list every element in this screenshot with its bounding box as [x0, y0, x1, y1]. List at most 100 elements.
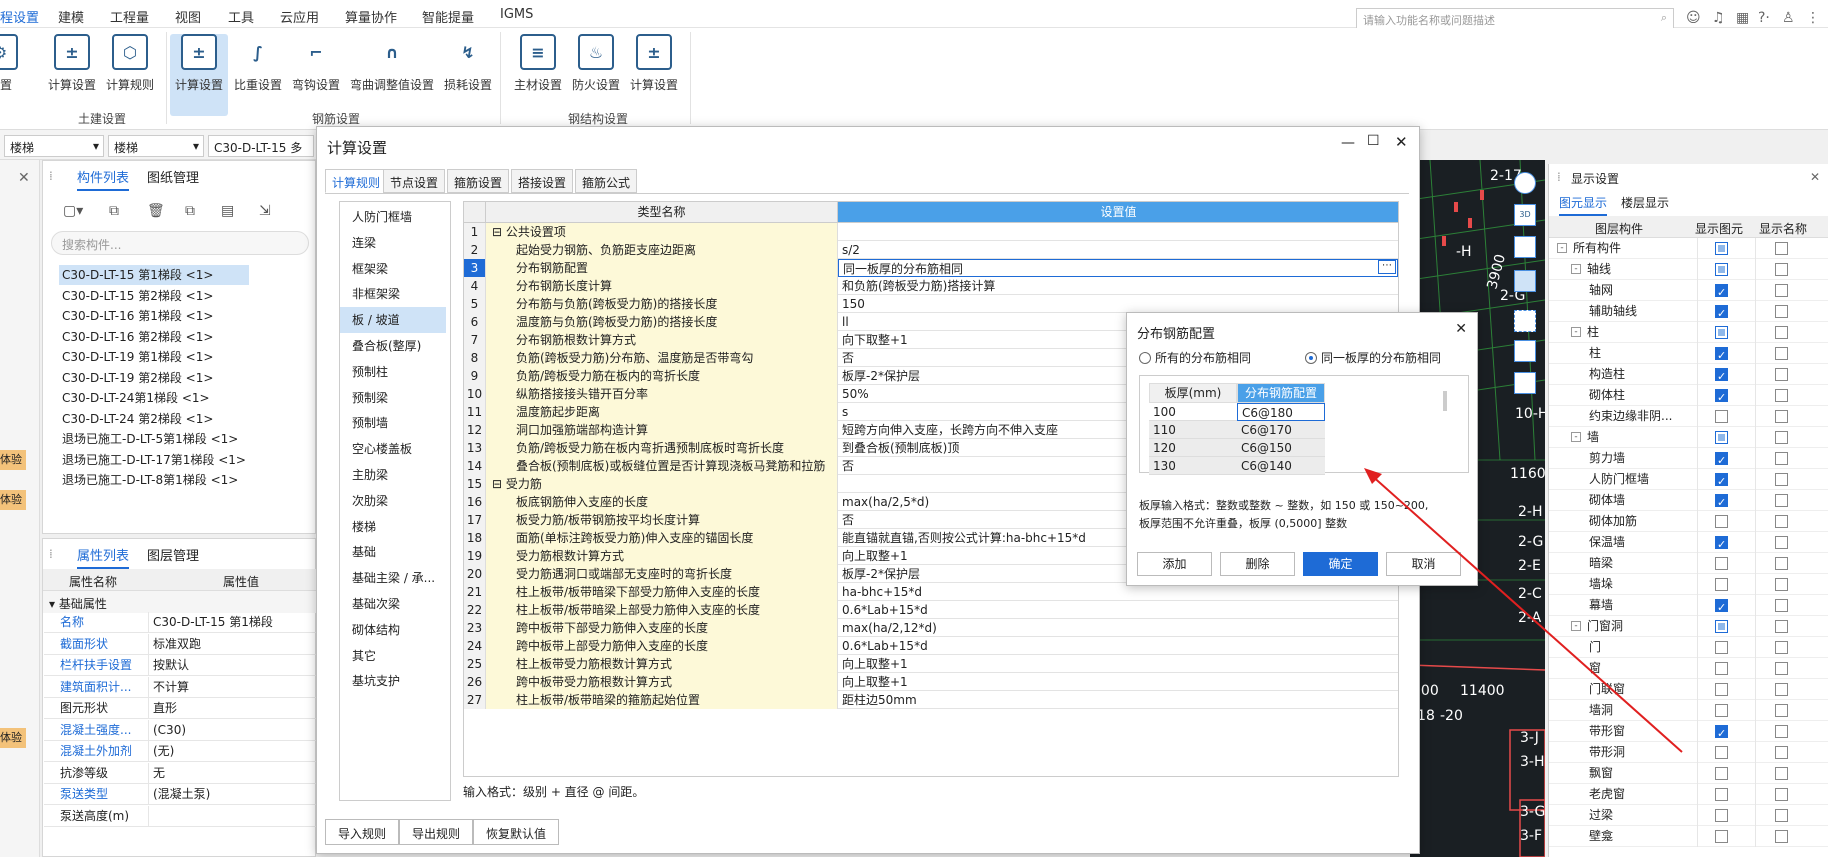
- property-group[interactable]: ▾ 基础属性: [43, 591, 317, 613]
- civil-calc-rules-button[interactable]: ⬡ 计算规则: [100, 34, 160, 116]
- collapse-icon[interactable]: ⊟: [492, 477, 506, 491]
- nav-item[interactable]: 其它: [340, 643, 446, 669]
- weight-settings-button[interactable]: ∫ 比重设置: [228, 34, 288, 116]
- show-element-checkbox[interactable]: [1715, 578, 1728, 591]
- experience-badge[interactable]: 体验: [0, 728, 26, 748]
- property-row[interactable]: 建筑面积计... 不计算: [44, 676, 316, 698]
- show-element-checkbox[interactable]: [1715, 788, 1728, 801]
- show-name-checkbox[interactable]: [1775, 515, 1788, 528]
- show-element-checkbox[interactable]: [1715, 366, 1728, 387]
- new-icon[interactable]: ▢▾: [63, 203, 83, 219]
- tab-stirrup-settings[interactable]: 箍筋设置: [447, 169, 510, 193]
- property-row[interactable]: 图元形状 直形: [44, 698, 316, 719]
- rule-row[interactable]: 23 跨中板带下部受力筋伸入支座的长度 max(ha/2,12*d): [464, 619, 1398, 637]
- rule-value[interactable]: 150: [838, 295, 1398, 313]
- show-name-checkbox[interactable]: [1775, 578, 1788, 591]
- display-tree-row[interactable]: 辅助轴线: [1549, 301, 1828, 324]
- fire-settings-button[interactable]: ♨ 防火设置: [566, 34, 626, 116]
- floor-select[interactable]: 楼梯 ▾: [4, 135, 104, 157]
- tab-drawing-management[interactable]: 图纸管理: [147, 167, 199, 186]
- menu-collab[interactable]: 算量协作: [345, 7, 397, 26]
- component-list-item[interactable]: C30-D-LT-19 第2梯段 <1>: [59, 368, 216, 388]
- smile-icon[interactable]: ☺: [1686, 10, 1702, 26]
- nav-item[interactable]: 非框架梁: [340, 281, 446, 307]
- menu-igms[interactable]: IGMS: [500, 7, 533, 22]
- show-element-checkbox[interactable]: [1715, 471, 1728, 492]
- display-tree-row[interactable]: -柱: [1549, 322, 1828, 343]
- display-tree-row[interactable]: 剪力墙: [1549, 448, 1828, 471]
- property-value[interactable]: (C30): [148, 719, 316, 741]
- display-tree-row[interactable]: - 轴线: [1549, 259, 1828, 280]
- show-element-checkbox[interactable]: [1715, 597, 1728, 618]
- show-element-checkbox[interactable]: [1715, 242, 1728, 255]
- display-tree-row[interactable]: 飘窗: [1549, 763, 1828, 784]
- copy-icon[interactable]: ⧉: [109, 203, 119, 219]
- rule-row[interactable]: 5 分布筋与负筋(跨板受力筋)的搭接长度 150: [464, 295, 1398, 313]
- cancel-button[interactable]: 取消: [1386, 552, 1461, 576]
- show-element-checkbox[interactable]: [1715, 557, 1728, 570]
- more-icon[interactable]: ⋮: [1806, 10, 1822, 26]
- fit-view-icon[interactable]: [1514, 310, 1536, 332]
- bend-adjust-button[interactable]: ∩ 弯曲调整值设置: [346, 34, 438, 116]
- import-rules-button[interactable]: 导入规则: [325, 819, 400, 845]
- display-tree-row[interactable]: - 所有构件: [1549, 238, 1828, 259]
- thickness-cell[interactable]: 130: [1149, 457, 1237, 475]
- display-tree-row[interactable]: 人防门框墙: [1549, 469, 1828, 492]
- component-list-item[interactable]: C30-D-LT-15 第1梯段 <1>: [59, 265, 249, 285]
- display-tree-row[interactable]: 保温墙: [1549, 532, 1828, 555]
- minimize-icon[interactable]: —: [1341, 135, 1355, 151]
- property-value[interactable]: (混凝土泵): [148, 784, 316, 805]
- component-list-item[interactable]: 退场已施工-D-LT-8第1梯段 <1>: [59, 470, 241, 490]
- property-value[interactable]: 标准双跑: [148, 633, 316, 655]
- display-tree-row[interactable]: 壁龛: [1549, 826, 1828, 847]
- civil-calc-settings-button[interactable]: ± 计算设置: [42, 34, 102, 116]
- show-name-checkbox[interactable]: [1775, 389, 1788, 402]
- component-list-item[interactable]: C30-D-LT-15 第2梯段 <1>: [59, 286, 216, 306]
- display-tree-row[interactable]: 老虎窗: [1549, 784, 1828, 805]
- tab-layer-management[interactable]: 图层管理: [147, 545, 199, 564]
- show-name-checkbox[interactable]: [1775, 599, 1788, 612]
- nav-item[interactable]: 人防门框墙: [340, 204, 446, 230]
- show-element-checkbox[interactable]: [1715, 704, 1728, 717]
- rule-value[interactable]: 0.6*Lab+15*d: [838, 601, 1398, 619]
- show-name-checkbox[interactable]: [1775, 347, 1788, 360]
- nav-item[interactable]: 板 / 坡道: [340, 307, 446, 334]
- maximize-icon[interactable]: ☐: [1367, 133, 1380, 149]
- show-name-checkbox[interactable]: [1775, 431, 1788, 444]
- rule-row[interactable]: 3 分布钢筋配置 同一板厚的分布筋相同 ⋯: [464, 259, 1398, 277]
- show-name-checkbox[interactable]: [1775, 242, 1788, 255]
- show-name-checkbox[interactable]: [1775, 536, 1788, 549]
- thickness-cell[interactable]: 100: [1149, 403, 1237, 421]
- show-element-checkbox[interactable]: [1715, 450, 1728, 471]
- display-tree-row[interactable]: 砌体柱: [1549, 385, 1828, 408]
- drag-handle-icon[interactable]: ⁞: [49, 169, 53, 183]
- search-input[interactable]: 请输入功能名称或问题描述 ⌕: [1356, 8, 1674, 30]
- component-list-item[interactable]: 退场已施工-D-LT-17第1梯段 <1>: [59, 450, 249, 470]
- rule-row[interactable]: 26 跨中板带受力筋根数计算方式 向上取整+1: [464, 673, 1398, 691]
- tab-node-settings[interactable]: 节点设置: [383, 169, 446, 193]
- display-tree-row[interactable]: 构造柱: [1549, 364, 1828, 387]
- tab-floor-display[interactable]: 楼层显示: [1621, 194, 1669, 211]
- nav-item[interactable]: 次肋梁: [340, 488, 446, 514]
- nav-item[interactable]: 空心楼盖板: [340, 436, 446, 462]
- shirt-icon[interactable]: ♙: [1782, 10, 1798, 26]
- rule-row[interactable]: 1 ⊟ 公共设置项: [464, 223, 1398, 241]
- show-name-checkbox[interactable]: [1775, 830, 1788, 843]
- restore-defaults-button[interactable]: 恢复默认值: [473, 819, 560, 845]
- rule-row[interactable]: 24 跨中板带上部受力筋伸入支座的长度 0.6*Lab+15*d: [464, 637, 1398, 655]
- show-name-checkbox[interactable]: [1775, 368, 1788, 381]
- nav-item[interactable]: 楼梯: [340, 514, 446, 540]
- property-row[interactable]: 混凝土强度... (C30): [44, 719, 316, 741]
- tab-component-list[interactable]: 构件列表: [77, 167, 130, 191]
- loss-settings-button[interactable]: ↯ 损耗设置: [438, 34, 498, 116]
- property-value[interactable]: 不计算: [148, 676, 316, 698]
- close-icon[interactable]: ✕: [1395, 133, 1408, 151]
- display-tree-row[interactable]: 墙洞: [1549, 700, 1828, 721]
- display-tree-row[interactable]: 带形窗: [1549, 721, 1828, 744]
- show-name-checkbox[interactable]: [1775, 557, 1788, 570]
- tab-element-display[interactable]: 图元显示: [1559, 194, 1608, 216]
- show-name-checkbox[interactable]: [1775, 410, 1788, 423]
- component-list-item[interactable]: C30-D-LT-24第1梯段 <1>: [59, 388, 213, 408]
- show-name-checkbox[interactable]: [1775, 725, 1788, 738]
- rule-row[interactable]: 27 柱上板带/板带暗梁的箍筋起始位置 距柱边50mm: [464, 691, 1398, 709]
